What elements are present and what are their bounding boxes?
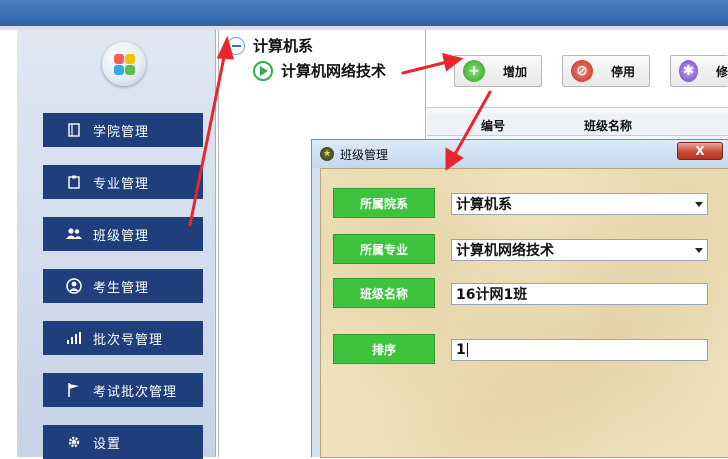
chevron-down-icon	[695, 248, 703, 253]
edit-button-label: 修	[715, 64, 728, 79]
grid-column-id[interactable]: 编号	[481, 117, 505, 134]
sort-label: 排序	[333, 334, 435, 364]
add-button-label: 增加	[503, 64, 528, 79]
stop-icon: ⊘	[571, 60, 593, 82]
sidebar-item-examinee[interactable]: 考生管理	[43, 269, 203, 303]
users-icon	[65, 225, 83, 243]
minus-circle-icon[interactable]	[227, 36, 245, 55]
play-circle-icon	[253, 60, 273, 81]
app-logo	[102, 42, 146, 86]
sort-input-value: 1	[456, 342, 466, 358]
logo-petal-yellow	[125, 54, 135, 64]
gear-icon	[65, 433, 83, 451]
class-management-dialog: ★ 班级管理 X 所属院系 计算机系 所属专业 计算机网络技术 班级名称 16计…	[311, 139, 728, 458]
sidebar-item-label: 学院管理	[93, 124, 150, 140]
dialog-body: 所属院系 计算机系 所属专业 计算机网络技术 班级名称 16计网1班 排序 1	[320, 168, 728, 458]
grid-header: 编号 班级名称	[427, 114, 728, 136]
grid-column-class-name[interactable]: 班级名称	[584, 117, 632, 134]
sidebar-item-label: 考试批次管理	[93, 384, 178, 400]
sidebar-item-major[interactable]: 专业管理	[43, 165, 203, 199]
sidebar-item-settings[interactable]: 设置	[43, 425, 203, 459]
class-name-input-value: 16计网1班	[456, 287, 528, 303]
sidebar: 学院管理 专业管理 班级管理 考生管理 批次号管理 考试批次管理 设置	[17, 30, 216, 459]
sidebar-item-college[interactable]: 学院管理	[43, 113, 203, 147]
disable-button[interactable]: ⊘ 停用	[562, 55, 650, 87]
major-select-value: 计算机网络技术	[456, 243, 554, 259]
department-select[interactable]: 计算机系	[451, 193, 708, 215]
class-name-label: 班级名称	[333, 278, 435, 308]
flag-icon	[65, 381, 83, 399]
sidebar-item-label: 考生管理	[93, 280, 150, 296]
class-name-input[interactable]: 16计网1班	[451, 283, 708, 305]
major-label: 所属专业	[333, 234, 435, 264]
sidebar-item-label: 批次号管理	[93, 332, 164, 348]
tree-node-label: 计算机网络技术	[281, 62, 387, 80]
sidebar-item-label: 专业管理	[93, 176, 150, 192]
book-icon	[65, 121, 83, 139]
edit-button[interactable]: ✱ 修	[670, 55, 728, 87]
sidebar-item-class[interactable]: 班级管理	[43, 217, 203, 251]
dialog-title: 班级管理	[340, 147, 389, 162]
sidebar-item-exam-batch[interactable]: 考试批次管理	[43, 373, 203, 407]
sidebar-item-batch-number[interactable]: 批次号管理	[43, 321, 203, 355]
plus-icon: +	[463, 60, 485, 82]
toolbar: + 增加 ⊘ 停用 ✱ 修	[427, 30, 728, 108]
clipboard-icon	[65, 173, 83, 191]
close-button[interactable]: X	[677, 142, 723, 160]
sidebar-item-label: 设置	[93, 436, 122, 452]
sidebar-item-label: 班级管理	[93, 228, 150, 244]
gear-badge-icon: ✱	[679, 60, 698, 82]
logo-petal-blue	[114, 65, 124, 75]
text-cursor	[466, 343, 468, 357]
logo-petal-green	[125, 65, 135, 75]
sort-input[interactable]: 1	[451, 339, 708, 361]
dialog-titlebar[interactable]: ★ 班级管理 X	[312, 140, 728, 168]
user-circle-icon	[65, 277, 83, 295]
department-select-value: 计算机系	[456, 197, 512, 213]
department-label: 所属院系	[333, 188, 435, 218]
signal-bars-icon	[65, 329, 83, 347]
tree-node-label: 计算机系	[253, 37, 314, 55]
app-icon: ★	[320, 147, 334, 161]
close-icon: X	[695, 144, 705, 158]
logo-petal-red	[114, 54, 124, 64]
top-banner	[0, 0, 728, 26]
tree-node-department[interactable]: 计算机系	[227, 35, 313, 56]
major-select[interactable]: 计算机网络技术	[451, 239, 708, 261]
tree-node-major[interactable]: 计算机网络技术	[253, 60, 386, 81]
chevron-down-icon	[695, 202, 703, 207]
add-button[interactable]: + 增加	[454, 55, 542, 87]
disable-button-label: 停用	[611, 64, 636, 79]
